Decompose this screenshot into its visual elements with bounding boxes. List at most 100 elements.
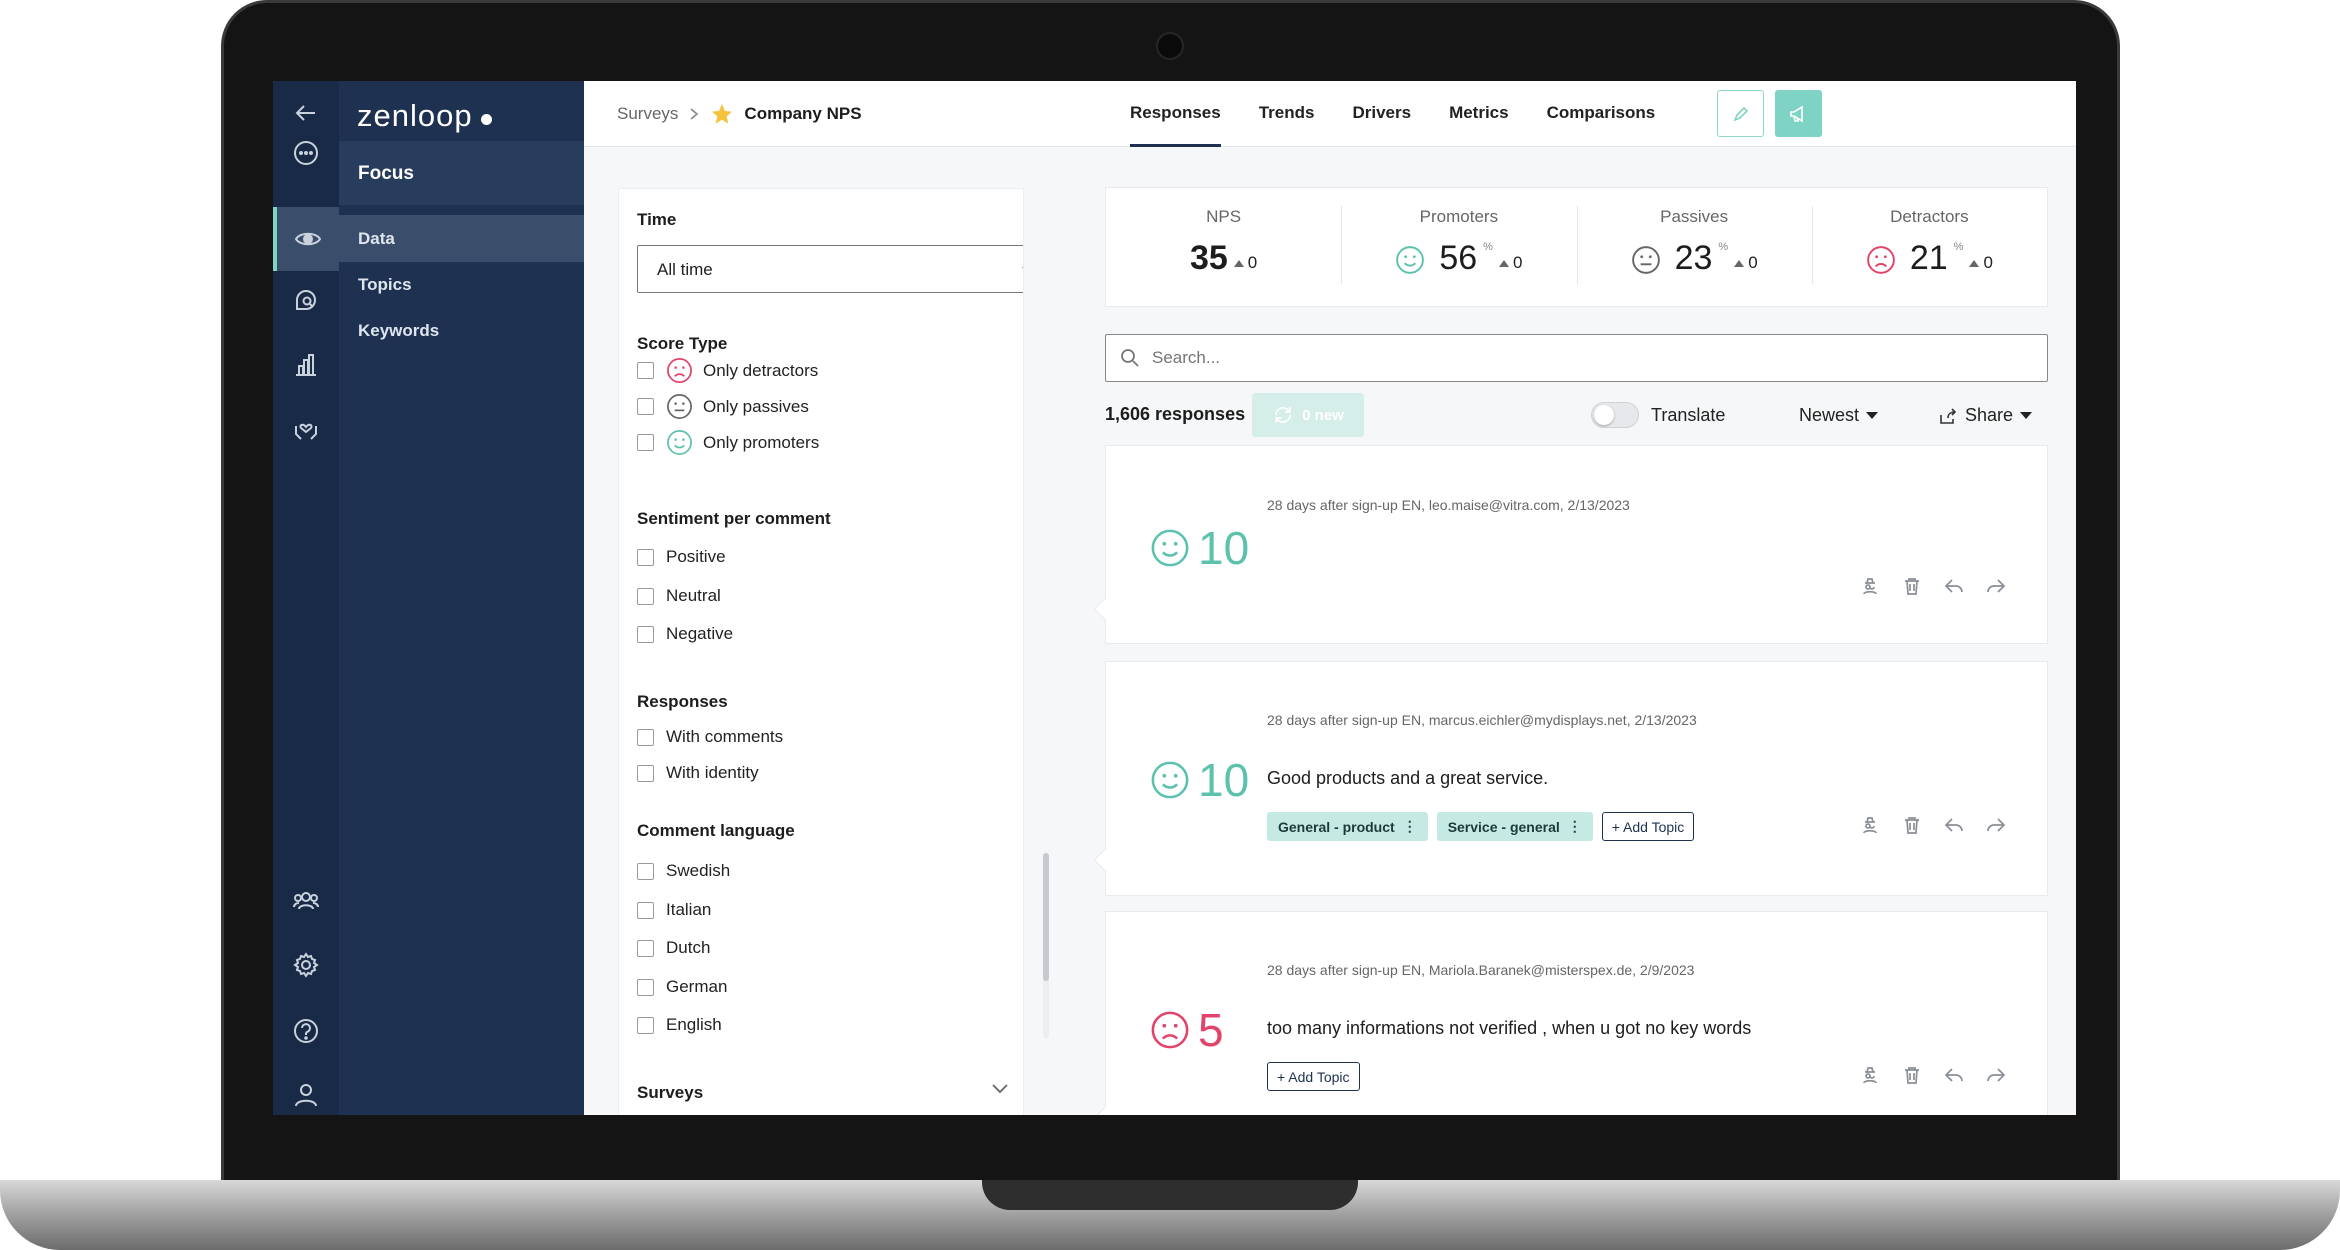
happy-face-icon <box>1151 761 1189 799</box>
delta-up-icon <box>1498 259 1509 267</box>
anonymous-icon[interactable] <box>1859 814 1881 836</box>
nav-item-topics[interactable]: Topics <box>339 261 584 308</box>
language-swedish-option[interactable]: Swedish <box>637 861 730 881</box>
brand-name: zenloop <box>357 98 473 133</box>
gear-icon[interactable] <box>273 933 339 997</box>
sentiment-neutral-label: Neutral <box>666 586 721 605</box>
time-select[interactable]: All time <box>637 245 1023 293</box>
brand-logo[interactable]: zenloop <box>357 87 492 145</box>
pencil-icon <box>1733 106 1748 121</box>
nav-item-data[interactable]: Data <box>339 215 584 262</box>
sentiment-negative-option[interactable]: Negative <box>637 624 733 644</box>
language-english-option[interactable]: English <box>637 1015 722 1035</box>
filter-scrollbar-thumb[interactable] <box>1043 853 1049 981</box>
trash-icon[interactable] <box>1901 575 1923 597</box>
help-icon[interactable] <box>273 999 339 1063</box>
anonymous-icon[interactable] <box>1859 1064 1881 1086</box>
forward-icon[interactable] <box>1985 575 2007 597</box>
reply-icon[interactable] <box>1943 1064 1965 1086</box>
breadcrumb-surveys[interactable]: Surveys <box>617 104 678 124</box>
forward-icon[interactable] <box>1985 814 2007 836</box>
with-identity-checkbox[interactable] <box>637 764 654 782</box>
language-dutch-label: Dutch <box>666 938 711 957</box>
anonymous-icon[interactable] <box>1859 575 1881 597</box>
add-topic-button[interactable]: + Add Topic <box>1267 1062 1360 1091</box>
bar-chart-icon[interactable] <box>273 333 339 397</box>
laptop-notch <box>982 1180 1358 1210</box>
topic-chip-label: Service - general <box>1447 818 1560 835</box>
language-dutch-checkbox[interactable] <box>637 939 654 957</box>
users-icon[interactable] <box>273 869 339 933</box>
language-english-label: English <box>666 1015 722 1034</box>
translate-toggle[interactable] <box>1591 402 1639 428</box>
forward-icon[interactable] <box>1985 1064 2007 1086</box>
more-vertical-icon[interactable]: ⋮ <box>1568 818 1582 835</box>
trash-icon[interactable] <box>1901 814 1923 836</box>
with-comments-checkbox[interactable] <box>637 728 654 746</box>
language-german-label: German <box>666 977 728 996</box>
language-german-option[interactable]: German <box>637 977 727 997</box>
tab-drivers[interactable]: Drivers <box>1352 81 1411 147</box>
more-vertical-icon[interactable]: ⋮ <box>1403 818 1417 835</box>
sentiment-neutral-checkbox[interactable] <box>637 587 654 605</box>
tab-metrics[interactable]: Metrics <box>1449 81 1509 147</box>
promoters-checkbox[interactable] <box>637 434 654 451</box>
reply-icon[interactable] <box>1943 814 1965 836</box>
language-dutch-option[interactable]: Dutch <box>637 938 710 958</box>
trash-icon[interactable] <box>1901 1064 1923 1086</box>
delta-up-icon <box>1233 259 1244 267</box>
sentiment-positive-label: Positive <box>666 547 726 566</box>
sort-dropdown[interactable]: Newest <box>1799 405 1879 426</box>
language-english-checkbox[interactable] <box>637 1016 654 1034</box>
tab-trends[interactable]: Trends <box>1259 81 1315 147</box>
stat-nps-value: 35 <box>1189 239 1228 277</box>
load-new-button[interactable]: 0 new <box>1252 393 1364 437</box>
language-swedish-checkbox[interactable] <box>637 862 654 880</box>
with-comments-option[interactable]: With comments <box>637 727 783 747</box>
language-italian-option[interactable]: Italian <box>637 900 711 920</box>
tab-comparisons[interactable]: Comparisons <box>1547 81 1656 147</box>
stat-detractors-value: 21 <box>1909 239 1948 277</box>
with-identity-option[interactable]: With identity <box>637 763 759 783</box>
language-german-checkbox[interactable] <box>637 978 654 996</box>
share-dropdown[interactable]: Share <box>1938 405 2033 426</box>
chevron-down-icon[interactable] <box>991 1083 1009 1095</box>
search-input[interactable] <box>1152 348 2002 368</box>
sentiment-negative-checkbox[interactable] <box>637 625 654 643</box>
profile-icon[interactable] <box>273 1063 339 1115</box>
add-topic-button[interactable]: + Add Topic <box>1601 812 1695 841</box>
surveys-filter-title[interactable]: Surveys <box>637 1083 703 1103</box>
stat-passives: Passives 23 % 0 <box>1576 188 1812 306</box>
search-bubble-icon[interactable] <box>273 269 339 333</box>
passives-checkbox[interactable] <box>637 398 654 415</box>
search-bar[interactable] <box>1105 334 2048 382</box>
topic-chip[interactable]: Service - general ⋮ <box>1436 812 1593 841</box>
topic-chip-label: General - product <box>1278 818 1395 835</box>
sentiment-positive-option[interactable]: Positive <box>637 547 726 567</box>
eye-icon[interactable] <box>273 207 339 271</box>
star-icon[interactable] <box>710 102 734 126</box>
response-card[interactable]: 10 28 days after sign-up EN, marcus.eich… <box>1093 661 2048 896</box>
promoters-option[interactable]: Only promoters <box>637 429 819 456</box>
announce-button[interactable] <box>1775 90 1822 137</box>
topic-chip[interactable]: General - product ⋮ <box>1267 812 1428 841</box>
nav-item-keywords[interactable]: Keywords <box>339 307 584 354</box>
response-card[interactable]: 10 28 days after sign-up EN, leo.maise@v… <box>1093 445 2048 644</box>
app-screen: zenloop Focus Data Topics Keywords Surve… <box>273 81 2076 1115</box>
translate-label: Translate <box>1651 405 1726 425</box>
tab-responses[interactable]: Responses <box>1130 81 1221 147</box>
language-italian-label: Italian <box>666 900 712 919</box>
edit-survey-button[interactable] <box>1717 90 1764 137</box>
chat-bubble-icon[interactable] <box>273 121 339 185</box>
reply-icon[interactable] <box>1943 575 1965 597</box>
detractors-checkbox[interactable] <box>637 362 654 379</box>
passives-option[interactable]: Only passives <box>637 393 809 420</box>
detractors-option[interactable]: Only detractors <box>637 357 818 384</box>
language-italian-checkbox[interactable] <box>637 901 654 919</box>
sad-face-icon <box>1151 1011 1189 1049</box>
response-card[interactable]: 5 28 days after sign-up EN, Mariola.Bara… <box>1093 911 2048 1115</box>
sentiment-positive-checkbox[interactable] <box>637 548 654 566</box>
filter-scrollbar[interactable] <box>1043 853 1049 1039</box>
sentiment-neutral-option[interactable]: Neutral <box>637 586 721 606</box>
care-hands-icon[interactable] <box>273 397 339 461</box>
